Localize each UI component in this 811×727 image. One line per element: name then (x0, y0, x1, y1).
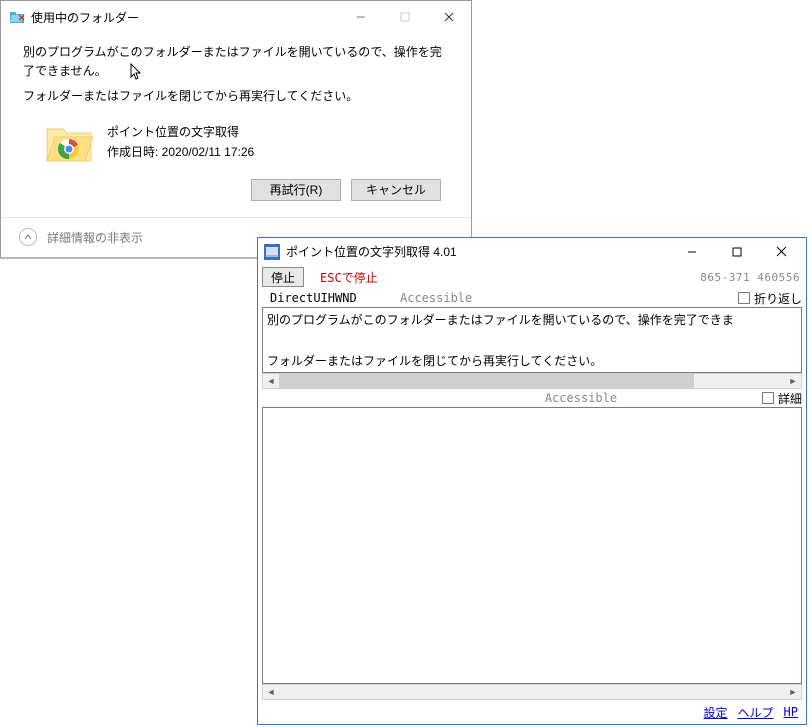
dialog-titlebar[interactable]: 使用中のフォルダー (1, 1, 471, 33)
dialog-message-1: 別のプログラムがこのフォルダーまたはファイルを開いているので、操作を完了できませ… (23, 43, 451, 81)
scroll-left-icon-2[interactable]: ◄ (263, 685, 279, 699)
chevron-up-icon[interactable] (19, 228, 37, 246)
tool-close-button[interactable] (759, 239, 804, 264)
scroll-right-icon[interactable]: ► (785, 374, 801, 388)
dialog-title-text: 使用中のフォルダー (31, 9, 339, 26)
dialog-item: ポイント位置の文字取得 作成日時: 2020/02/11 17:26 (23, 121, 451, 165)
lower-horizontal-scrollbar[interactable]: ◄ ► (262, 684, 802, 700)
wrap-checkbox[interactable] (738, 292, 750, 304)
maximize-button[interactable] (383, 2, 427, 32)
close-button[interactable] (427, 2, 471, 32)
tool-info-row-1: DirectUIHWND Accessible 折り返し (258, 289, 806, 307)
window-class-label: DirectUIHWND (270, 291, 400, 305)
minimize-button[interactable] (339, 2, 383, 32)
dialog-title-icon (9, 9, 25, 25)
upper-horizontal-scrollbar[interactable]: ◄ ► (262, 373, 802, 389)
retry-button[interactable]: 再試行(R) (251, 179, 341, 201)
dialog-item-date: 作成日時: 2020/02/11 17:26 (107, 143, 254, 162)
folder-chrome-icon (45, 121, 93, 165)
coords-readout: 865-371 460556 (700, 271, 806, 284)
dialog-body: 別のプログラムがこのフォルダーまたはファイルを開いているので、操作を完了できませ… (1, 33, 471, 217)
dialog-message-2: フォルダーまたはファイルを閉じてから再実行してください。 (23, 87, 451, 106)
cancel-button[interactable]: キャンセル (351, 179, 441, 201)
scrollbar-thumb[interactable] (279, 374, 694, 388)
tool-titlebar[interactable]: ポイント位置の文字列取得 4.01 (258, 238, 806, 265)
tool-maximize-button[interactable] (714, 239, 759, 264)
scroll-left-icon[interactable]: ◄ (263, 374, 279, 388)
folder-in-use-dialog: 使用中のフォルダー 別のプログラムがこのフォルダーまたはファイルを開いているので… (0, 0, 472, 259)
tool-title-text: ポイント位置の文字列取得 4.01 (286, 243, 669, 260)
dialog-footer-link[interactable]: 詳細情報の非表示 (47, 229, 143, 246)
detail-text-box[interactable] (262, 407, 802, 684)
detail-checkbox[interactable] (762, 392, 774, 404)
help-link[interactable]: ヘルプ (738, 704, 774, 721)
dialog-item-name: ポイント位置の文字取得 (107, 123, 254, 142)
stop-button[interactable]: 停止 (262, 267, 304, 287)
tool-footer: 設定 ヘルプ HP (258, 700, 806, 724)
string-capture-window: ポイント位置の文字列取得 4.01 停止 ESCで停止 865-371 4605… (257, 237, 807, 725)
cursor-pointer-icon (130, 63, 144, 81)
settings-link[interactable]: 設定 (704, 704, 728, 721)
tool-minimize-button[interactable] (669, 239, 714, 264)
hp-link[interactable]: HP (784, 705, 798, 719)
esc-hint-label: ESCで停止 (320, 269, 378, 286)
captured-text-box[interactable]: 別のプログラムがこのフォルダーまたはファイルを開いているので、操作を完了できま … (262, 307, 802, 373)
scroll-right-icon-2[interactable]: ► (785, 685, 801, 699)
tool-info-row-2: Accessible 詳細 (258, 389, 806, 407)
api-label-1: Accessible (400, 291, 738, 305)
api-label-2: Accessible (400, 391, 762, 405)
detail-label: 詳細 (778, 390, 802, 407)
tool-toolbar: 停止 ESCで停止 865-371 460556 (258, 265, 806, 289)
tool-app-icon (264, 244, 280, 260)
wrap-label: 折り返し (754, 290, 802, 307)
